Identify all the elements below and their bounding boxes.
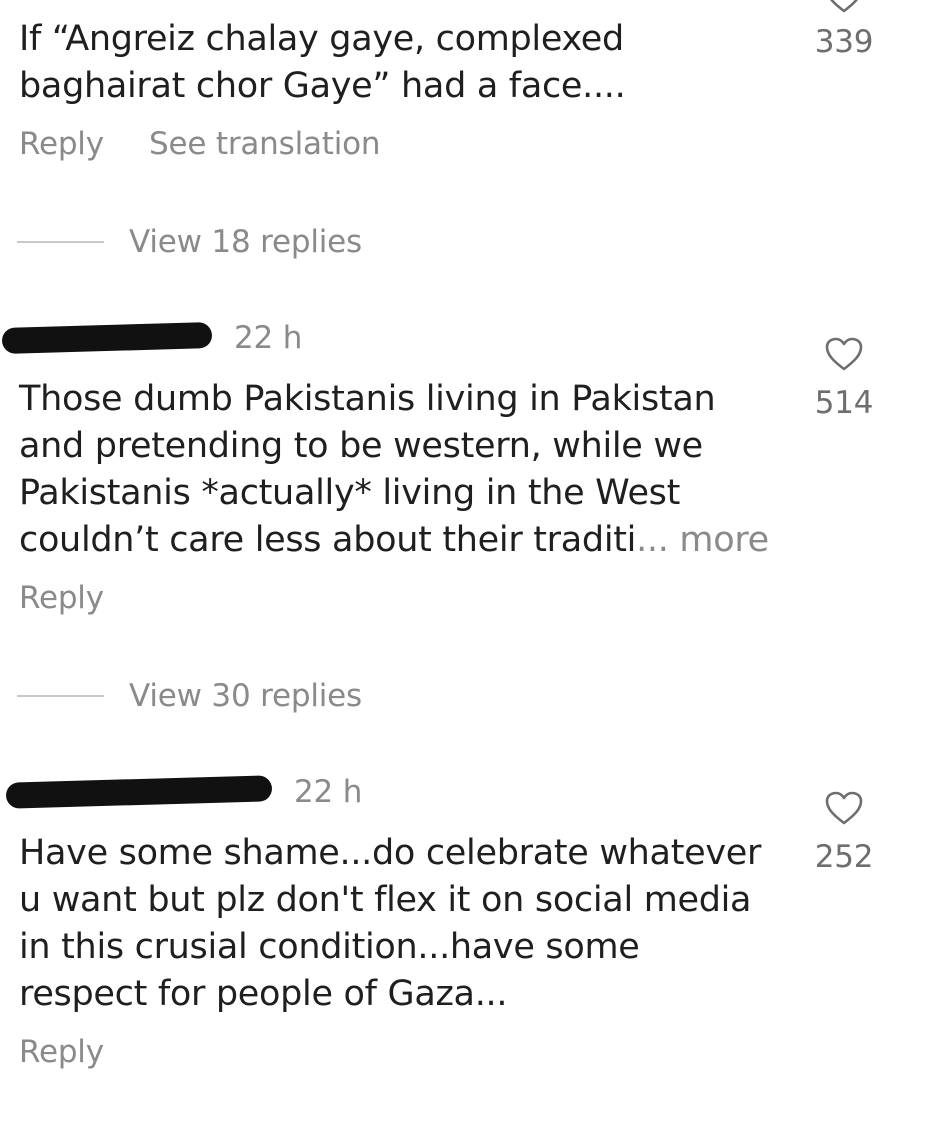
reply-button[interactable]: Reply [19,126,104,162]
reply-button[interactable]: Reply [19,1034,104,1070]
see-translation-button[interactable]: See translation [149,126,381,162]
heart-outline-icon [830,0,858,13]
like-count: 339 [814,24,874,60]
comment-text: If “Angreiz chalay gaye, complexed bagha… [19,19,626,106]
view-replies-label: View 18 replies [129,224,362,260]
view-replies-button[interactable]: View 18 replies [17,222,362,262]
heart-outline-icon [825,791,863,825]
like-count: 252 [814,839,874,875]
comment-text: Those dumb Pakistanis living in Pakistan… [19,376,789,564]
view-replies-label: View 30 replies [129,678,362,714]
timestamp: 22 h [294,774,363,810]
comment-meta: 22 h [1,318,303,358]
view-replies-button[interactable]: View 30 replies [17,676,362,716]
redacted-username[interactable] [1,322,213,354]
redacted-username[interactable] [5,775,273,809]
heart-outline-icon [825,337,863,371]
timestamp: 22 h [234,320,303,356]
reply-thread-line [17,241,104,243]
like-button[interactable] [804,336,884,372]
reply-button[interactable]: Reply [19,580,104,616]
reply-thread-line [17,695,104,697]
comment-text: Have some shame...do celebrate whatever … [19,833,762,1014]
comment-meta: 22 h [5,772,363,812]
like-count: 514 [814,385,874,421]
like-button[interactable] [804,790,884,826]
more-link[interactable]: ... more [636,520,769,560]
like-button[interactable] [804,0,884,14]
comment-body: Those dumb Pakistanis living in Pakistan… [19,379,716,560]
